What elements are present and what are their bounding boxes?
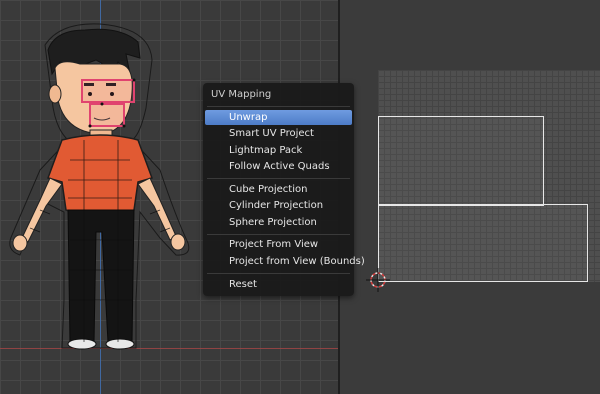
menu-item-lightmap-pack[interactable]: Lightmap Pack bbox=[205, 143, 352, 158]
menu-title: UV Mapping bbox=[211, 89, 272, 100]
2d-cursor-icon[interactable] bbox=[366, 268, 390, 292]
menu-item-sphere-projection[interactable]: Sphere Projection bbox=[205, 215, 352, 230]
menu-item-cube-projection[interactable]: Cube Projection bbox=[205, 182, 352, 197]
uv-island-bottom[interactable] bbox=[378, 204, 588, 282]
menu-item-project-from-view[interactable]: Project From View bbox=[205, 237, 352, 252]
menu-item-project-from-view-bounds[interactable]: Project from View (Bounds) bbox=[205, 254, 365, 269]
uv-editor[interactable] bbox=[340, 0, 600, 394]
menu-item-follow-active-quads[interactable]: Follow Active Quads bbox=[205, 159, 352, 174]
uv-mapping-menu: UV Mapping Unwrap Smart UV Project Light… bbox=[203, 83, 365, 296]
menu-separator bbox=[207, 178, 350, 179]
menu-title-separator bbox=[207, 106, 350, 107]
menu-item-unwrap[interactable]: Unwrap bbox=[205, 110, 352, 125]
menu-item-smart-uv-project[interactable]: Smart UV Project bbox=[205, 126, 352, 141]
uv-island-top[interactable] bbox=[378, 116, 544, 206]
menu-item-cylinder-projection[interactable]: Cylinder Projection bbox=[205, 198, 352, 213]
menu-separator bbox=[207, 234, 350, 235]
menu-separator bbox=[207, 273, 350, 274]
menu-item-reset[interactable]: Reset bbox=[205, 277, 352, 292]
